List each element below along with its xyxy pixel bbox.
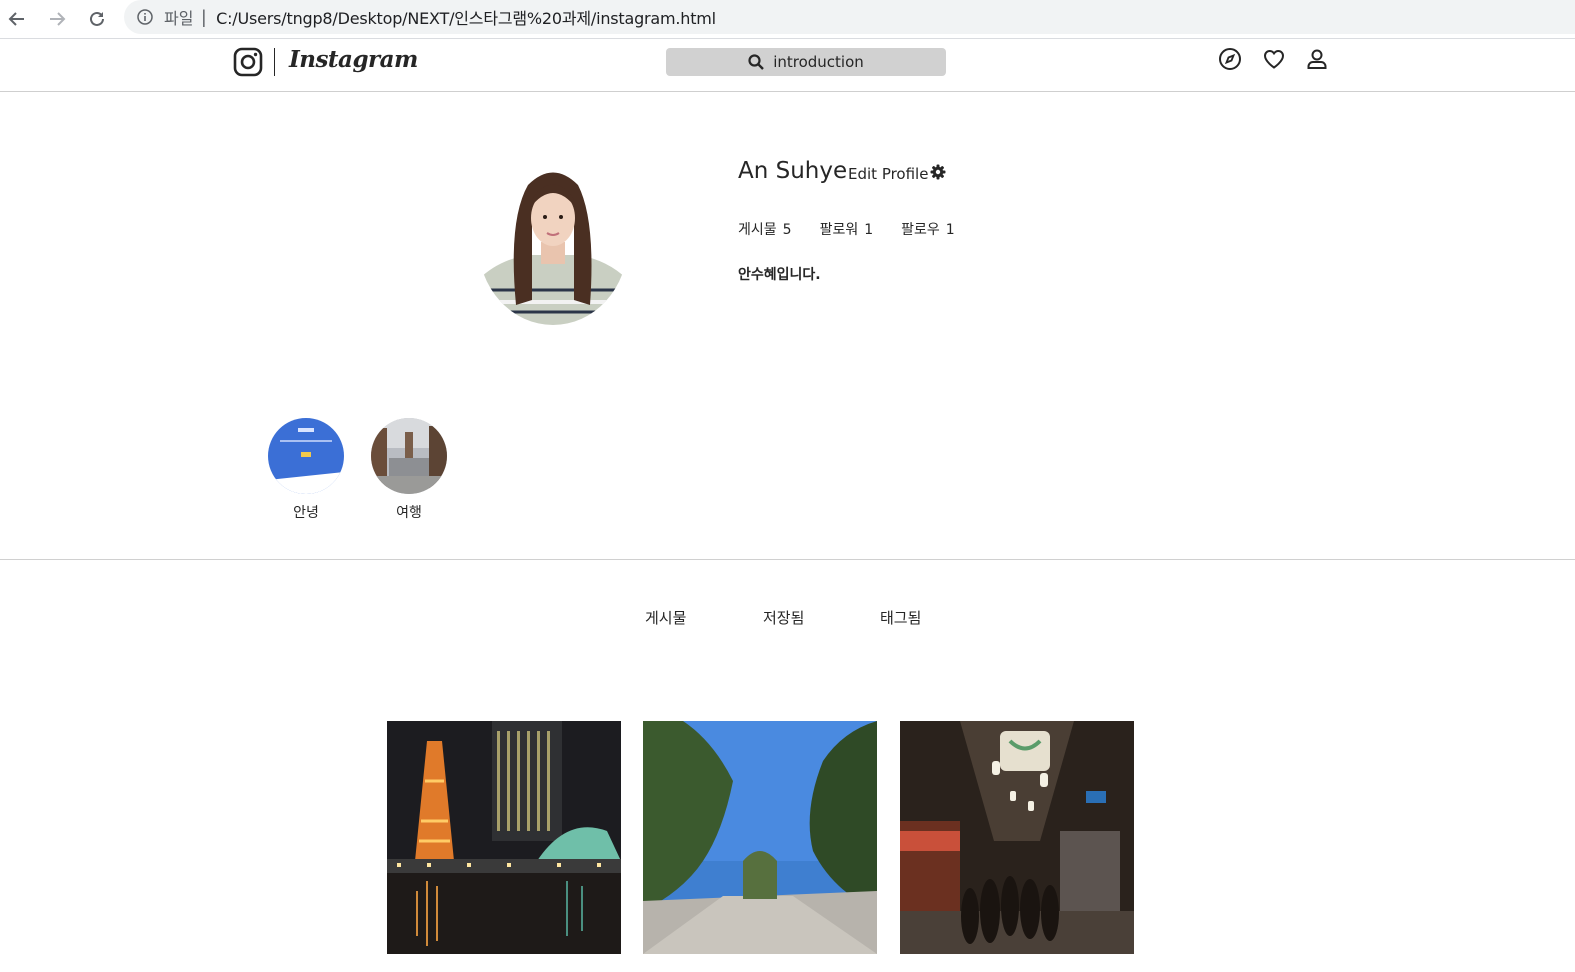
url-text[interactable]: C:/Users/tngp8/Desktop/NEXT/인스타그램%20과제/i… — [216, 5, 716, 29]
profile-bio: 안수혜입니다. — [738, 267, 821, 283]
highlight-thumbnail — [371, 418, 447, 494]
post-thumbnail[interactable] — [387, 721, 621, 954]
user-icon[interactable] — [1305, 47, 1329, 71]
stat-following[interactable]: 팔로우 1 — [901, 219, 955, 239]
highlight-label: 안녕 — [293, 505, 319, 521]
highlight-label: 여행 — [396, 505, 422, 521]
highlight-item[interactable]: 여행 — [371, 418, 447, 522]
search-text: introduction — [773, 53, 864, 71]
stat-value: 1 — [864, 222, 874, 238]
instagram-logo-icon[interactable] — [233, 47, 263, 77]
profile-stats: 게시물 5 팔로워 1 팔로우 1 — [738, 219, 983, 239]
stat-label: 게시물 — [738, 222, 777, 238]
stat-posts[interactable]: 게시물 5 — [738, 219, 792, 239]
instagram-wordmark[interactable]: Instagram — [289, 46, 418, 73]
heart-icon[interactable] — [1262, 47, 1286, 71]
post-thumbnail[interactable] — [643, 721, 877, 954]
url-scheme: 파일 — [164, 9, 194, 28]
stat-label: 팔로워 — [819, 222, 859, 238]
info-icon[interactable] — [136, 8, 154, 26]
logo-divider — [274, 48, 275, 76]
instagram-header: Instagram introduction — [0, 40, 1575, 92]
gear-icon[interactable] — [930, 164, 946, 180]
stat-label: 팔로우 — [901, 222, 940, 238]
compass-icon[interactable] — [1218, 47, 1242, 71]
address-bar[interactable]: 파일 | C:/Users/tngp8/Desktop/NEXT/인스타그램%2… — [124, 0, 1575, 34]
back-button[interactable] — [4, 6, 30, 32]
reload-icon — [90, 11, 104, 26]
search-input[interactable]: introduction — [666, 48, 946, 76]
url-separator: | — [201, 6, 207, 27]
edit-profile-button[interactable]: Edit Profile — [848, 165, 928, 183]
browser-toolbar: 파일 | C:/Users/tngp8/Desktop/NEXT/인스타그램%2… — [0, 0, 1575, 39]
reload-button[interactable] — [84, 6, 110, 32]
highlight-item[interactable]: 안녕 — [268, 418, 344, 522]
highlight-thumbnail — [268, 418, 344, 494]
stat-value: 5 — [782, 222, 792, 238]
arrow-left-icon — [8, 12, 24, 26]
profile-username: An Suhye — [738, 158, 848, 184]
search-icon — [748, 54, 765, 70]
tab-tagged[interactable]: 태그됨 — [880, 607, 921, 628]
section-divider — [0, 559, 1575, 560]
tab-saved[interactable]: 저장됨 — [763, 607, 804, 628]
stat-value: 1 — [945, 222, 955, 238]
forward-button[interactable] — [44, 6, 70, 32]
stat-followers[interactable]: 팔로워 1 — [820, 219, 874, 239]
post-thumbnail[interactable] — [900, 721, 1134, 954]
arrow-right-icon — [50, 12, 66, 26]
profile-avatar[interactable] — [478, 160, 628, 325]
tab-posts[interactable]: 게시물 — [645, 607, 686, 628]
